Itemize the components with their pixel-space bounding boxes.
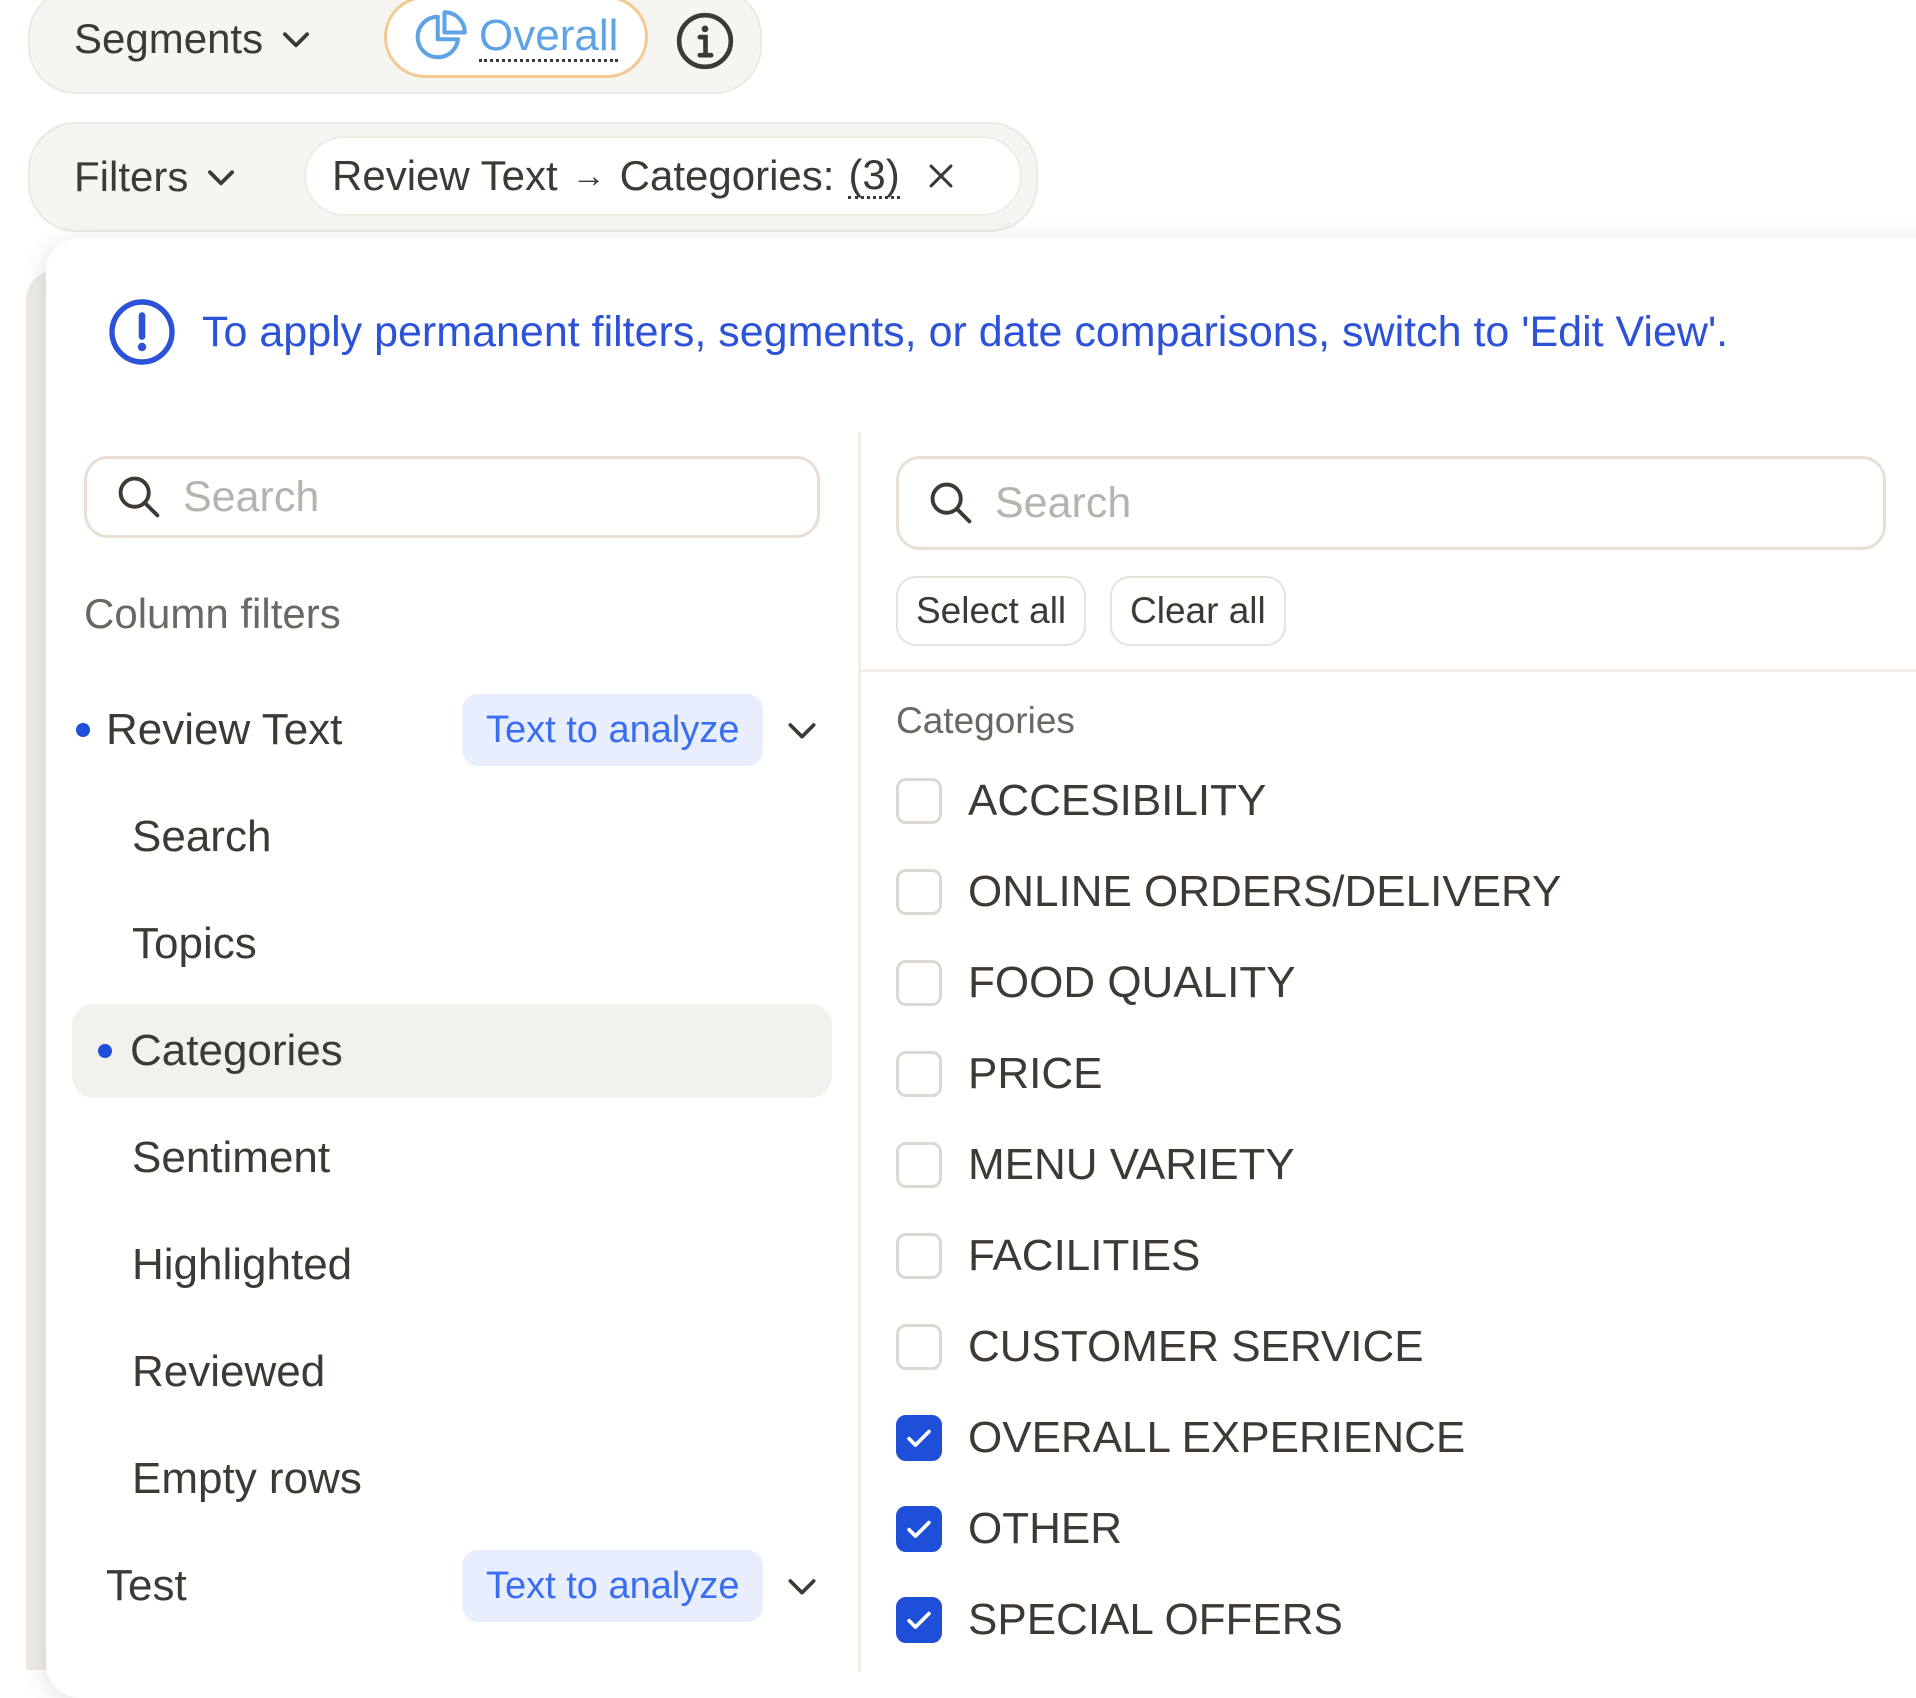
category-option-label: CUSTOMER SERVICE — [968, 1322, 1424, 1371]
checkbox[interactable] — [896, 1142, 942, 1188]
checkbox[interactable] — [896, 778, 942, 824]
chevron-down-icon[interactable] — [782, 1566, 822, 1606]
column-label: Test — [106, 1561, 187, 1610]
check-icon — [907, 1611, 931, 1629]
category-option-special-offers[interactable]: SPECIAL OFFERS — [896, 1580, 1343, 1660]
checkbox[interactable] — [896, 1506, 942, 1552]
filter-option-categories[interactable]: Categories — [72, 1004, 832, 1098]
column-filters-title: Column filters — [84, 590, 341, 637]
filter-chip[interactable]: Review Text → Categories: (3) — [304, 136, 1022, 216]
category-search-field[interactable] — [896, 456, 1886, 550]
checkbox[interactable] — [896, 960, 942, 1006]
filter-option-label: Sentiment — [132, 1133, 331, 1182]
check-icon — [907, 1429, 931, 1447]
filter-option-highlighted[interactable]: Highlighted — [72, 1218, 832, 1312]
info-icon[interactable] — [674, 10, 736, 72]
column-search-input[interactable] — [181, 471, 749, 523]
category-option-online-orders[interactable]: ONLINE ORDERS/DELIVERY — [896, 852, 1561, 932]
category-option-label: SPECIAL OFFERS — [968, 1595, 1343, 1644]
filter-option-label: Search — [132, 812, 272, 861]
panel-column-divider — [858, 432, 861, 1672]
category-option-facilities[interactable]: FACILITIES — [896, 1216, 1200, 1296]
category-option-menu-variety[interactable]: MENU VARIETY — [896, 1125, 1295, 1205]
segment-pill-overall[interactable]: Overall — [384, 0, 648, 78]
category-option-accesibility[interactable]: ACCESIBILITY — [896, 761, 1266, 841]
category-option-customer-service[interactable]: CUSTOMER SERVICE — [896, 1307, 1424, 1387]
category-option-label: ONLINE ORDERS/DELIVERY — [968, 867, 1562, 916]
column-label: Review Text — [106, 705, 343, 754]
filter-option-search[interactable]: Search — [72, 790, 832, 884]
column-type-tag: Text to analyze — [462, 1550, 764, 1622]
column-test[interactable]: Test Text to analyze — [72, 1540, 832, 1632]
chevron-down-icon[interactable] — [782, 710, 822, 750]
filter-option-empty-rows[interactable]: Empty rows — [72, 1432, 832, 1526]
active-dot — [76, 723, 90, 737]
pie-chart-icon — [415, 10, 467, 60]
active-dot — [98, 1044, 112, 1058]
filter-option-reviewed[interactable]: Reviewed — [72, 1325, 832, 1419]
segments-label: Segments — [74, 15, 264, 62]
category-option-label: FACILITIES — [968, 1231, 1201, 1280]
column-review-text[interactable]: Review Text Text to analyze — [72, 684, 832, 776]
filter-option-topics[interactable]: Topics — [72, 897, 832, 991]
category-option-label: MENU VARIETY — [968, 1140, 1295, 1189]
chevron-down-icon — [208, 170, 235, 186]
checkbox[interactable] — [896, 1051, 942, 1097]
search-icon — [930, 482, 972, 524]
categories-heading: Categories — [896, 700, 1075, 741]
segments-dropdown[interactable]: Segments — [74, 8, 315, 70]
category-option-food-quality[interactable]: FOOD QUALITY — [896, 943, 1296, 1023]
search-icon — [118, 476, 160, 518]
filters-label: Filters — [74, 153, 189, 200]
category-option-label: PRICE — [968, 1049, 1103, 1098]
category-option-label: FOOD QUALITY — [968, 958, 1296, 1007]
category-option-price[interactable]: PRICE — [896, 1034, 1102, 1114]
right-header-divider — [861, 669, 1916, 672]
alert-circle-icon — [109, 299, 175, 365]
chevron-down-icon — [283, 32, 310, 48]
checkbox[interactable] — [896, 869, 942, 915]
filter-option-label: Empty rows — [132, 1454, 362, 1503]
filter-chip-column: Review Text — [332, 152, 558, 199]
check-icon — [907, 1520, 931, 1538]
category-option-other[interactable]: OTHER — [896, 1489, 1122, 1569]
category-option-label: OTHER — [968, 1504, 1122, 1553]
checkbox[interactable] — [896, 1233, 942, 1279]
checkbox[interactable] — [896, 1597, 942, 1643]
notice-text: To apply permanent filters, segments, or… — [202, 307, 1729, 356]
category-option-overall-experience[interactable]: OVERALL EXPERIENCE — [896, 1398, 1465, 1478]
select-all-button[interactable]: Select all — [896, 576, 1087, 646]
column-search-field[interactable] — [84, 456, 820, 538]
filter-chip-count: (3) — [848, 150, 900, 199]
column-type-tag: Text to analyze — [462, 694, 764, 766]
filter-option-label: Highlighted — [132, 1240, 353, 1289]
category-search-input[interactable] — [993, 477, 1764, 529]
checkbox[interactable] — [896, 1324, 942, 1370]
segment-pill-label: Overall — [479, 10, 619, 62]
edit-view-notice: To apply permanent filters, segments, or… — [106, 296, 1728, 368]
filter-option-label: Categories — [130, 1026, 343, 1075]
clear-all-button[interactable]: Clear all — [1110, 576, 1286, 646]
category-option-label: OVERALL EXPERIENCE — [968, 1413, 1466, 1462]
filter-option-label: Reviewed — [132, 1347, 326, 1396]
filters-dropdown[interactable]: Filters — [74, 146, 240, 208]
filter-option-label: Topics — [132, 919, 257, 968]
filter-option-sentiment[interactable]: Sentiment — [72, 1111, 832, 1205]
close-icon[interactable] — [924, 159, 958, 193]
arrow-right-icon: → — [571, 156, 606, 195]
filter-chip-field: Categories: — [619, 152, 835, 199]
category-option-label: ACCESIBILITY — [968, 776, 1267, 825]
checkbox[interactable] — [896, 1415, 942, 1461]
